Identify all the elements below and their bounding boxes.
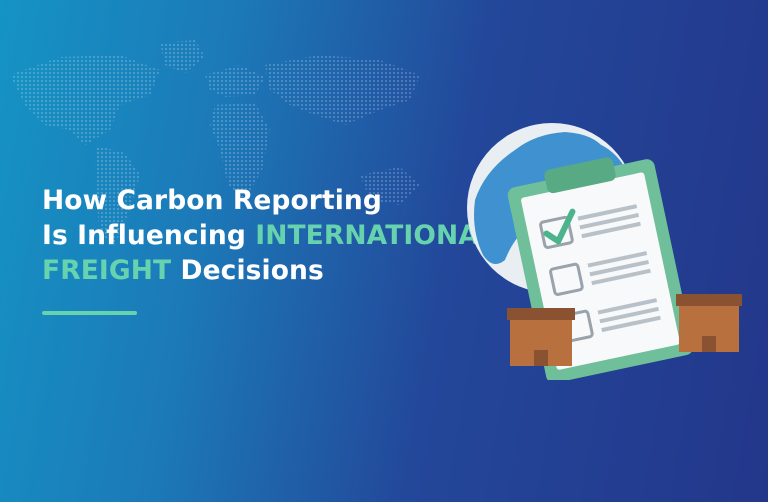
headline-line-3-suffix: Decisions <box>171 255 324 286</box>
cardboard-box-icon <box>507 308 575 366</box>
hero-banner: How Carbon Reporting Is Influencing INTE… <box>0 0 768 502</box>
headline-line-1: How Carbon Reporting <box>42 185 382 216</box>
headline-underline <box>42 311 137 315</box>
headline-accent-freight: FREIGHT <box>42 255 172 286</box>
headline: How Carbon Reporting Is Influencing INTE… <box>42 183 496 288</box>
freight-illustration <box>467 123 742 380</box>
headline-line-2-prefix: Is Influencing <box>42 220 256 251</box>
cardboard-box-icon <box>676 294 742 352</box>
